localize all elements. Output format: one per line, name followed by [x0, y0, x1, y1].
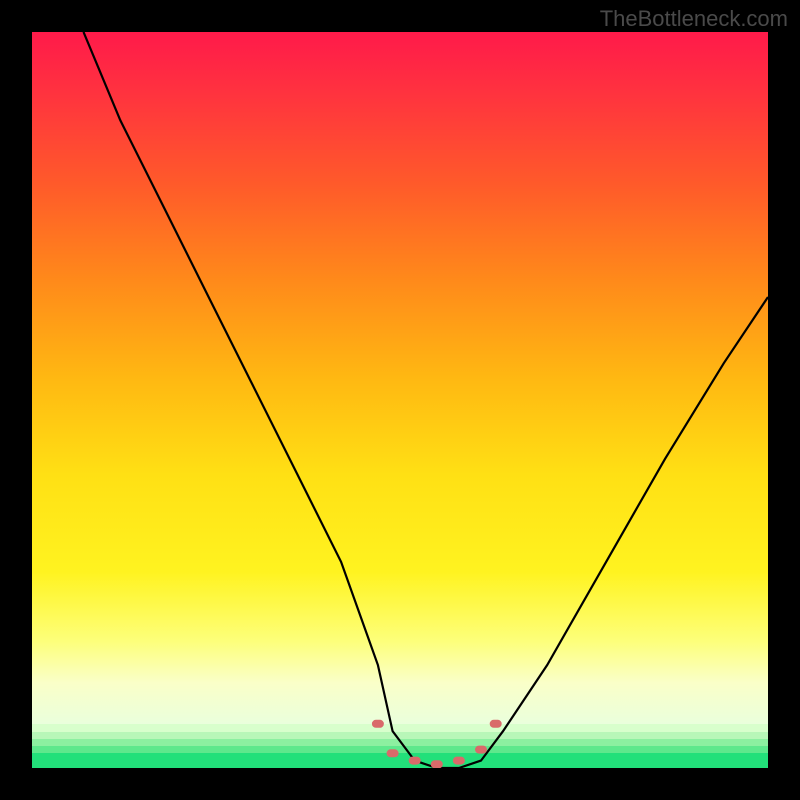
bottleneck-curve — [84, 32, 769, 768]
trough-marker — [376, 724, 498, 765]
watermark-text: TheBottleneck.com — [600, 6, 788, 32]
chart-svg — [32, 32, 768, 768]
chart-plot-area — [32, 32, 768, 768]
